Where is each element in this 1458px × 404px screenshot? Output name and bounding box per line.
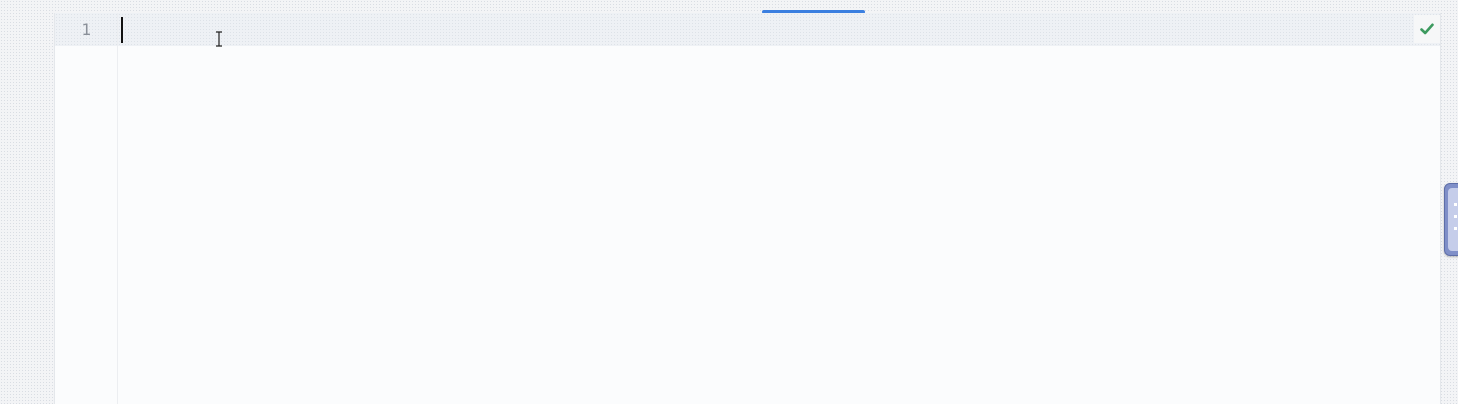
checkmark-icon — [1420, 23, 1434, 35]
line-number-gutter: 1 — [55, 13, 118, 404]
side-panel-toggle-face — [1448, 188, 1458, 251]
code-input-area[interactable] — [119, 13, 1440, 404]
text-cursor-icon — [216, 31, 222, 47]
side-panel-toggle[interactable] — [1444, 183, 1458, 256]
validation-status — [1414, 15, 1440, 43]
grip-dot — [1454, 227, 1457, 230]
grip-dot — [1454, 203, 1457, 206]
line-number: 1 — [81, 20, 91, 39]
code-editor[interactable]: 1 — [54, 13, 1441, 404]
text-caret — [121, 17, 123, 43]
grip-dot — [1454, 215, 1457, 218]
